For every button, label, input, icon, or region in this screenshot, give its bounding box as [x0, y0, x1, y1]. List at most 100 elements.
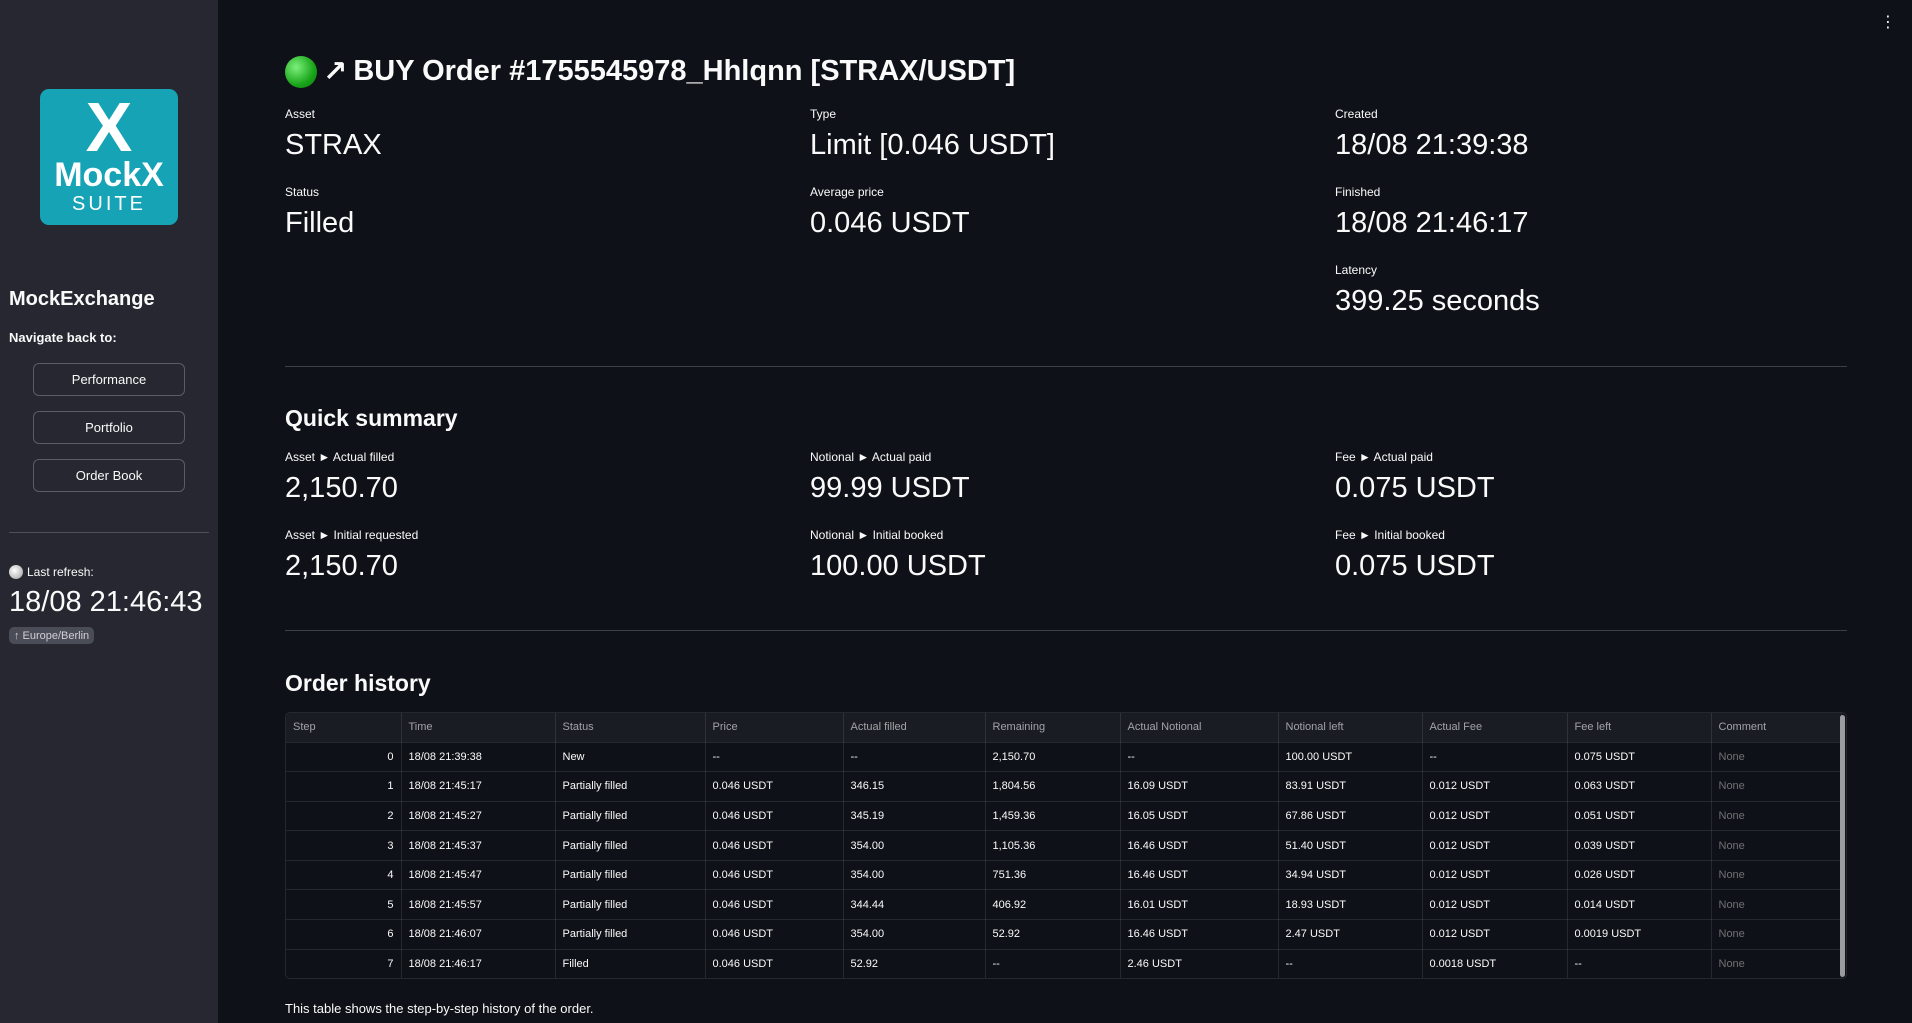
table-cell[interactable]: 67.86 USDT	[1278, 801, 1423, 832]
table-cell[interactable]: Filled	[555, 949, 706, 978]
column-header[interactable]: Fee left	[1567, 713, 1712, 743]
column-header[interactable]: Actual Notional	[1120, 713, 1279, 743]
table-cell[interactable]: 16.46 USDT	[1120, 919, 1279, 950]
table-cell[interactable]: None	[1711, 860, 1842, 891]
table-cell[interactable]: 0.046 USDT	[705, 830, 844, 861]
table-cell[interactable]: 0.063 USDT	[1567, 771, 1712, 802]
table-cell[interactable]: 1,105.36	[985, 830, 1121, 861]
table-cell[interactable]: 354.00	[843, 919, 986, 950]
table-cell[interactable]: Partially filled	[555, 830, 706, 861]
table-cell[interactable]: 16.09 USDT	[1120, 771, 1279, 802]
table-cell[interactable]: 0.046 USDT	[705, 860, 844, 891]
table-cell[interactable]: None	[1711, 801, 1842, 832]
table-scrollbar[interactable]	[1840, 715, 1845, 977]
table-cell[interactable]: 1	[286, 771, 402, 802]
column-header[interactable]: Notional left	[1278, 713, 1423, 743]
table-cell[interactable]: 354.00	[843, 830, 986, 861]
table-cell[interactable]: --	[1567, 949, 1712, 978]
table-cell[interactable]: --	[1120, 742, 1279, 773]
table-cell[interactable]: 0.0018 USDT	[1422, 949, 1568, 978]
table-cell[interactable]: 0.046 USDT	[705, 919, 844, 950]
table-cell[interactable]: 0.012 USDT	[1422, 919, 1568, 950]
table-cell[interactable]: 0.051 USDT	[1567, 801, 1712, 832]
table-cell[interactable]: None	[1711, 742, 1842, 773]
column-header[interactable]: Comment	[1711, 713, 1842, 743]
table-cell[interactable]: 354.00	[843, 860, 986, 891]
table-cell[interactable]: --	[1422, 742, 1568, 773]
table-cell[interactable]: 34.94 USDT	[1278, 860, 1423, 891]
table-cell[interactable]: 18/08 21:46:17	[401, 949, 556, 978]
table-cell[interactable]: 0.012 USDT	[1422, 830, 1568, 861]
portfolio-button[interactable]: Portfolio	[33, 411, 185, 444]
table-cell[interactable]: 0.0019 USDT	[1567, 919, 1712, 950]
table-cell[interactable]: --	[1278, 949, 1423, 978]
table-cell[interactable]: 18/08 21:45:17	[401, 771, 556, 802]
table-cell[interactable]: --	[985, 949, 1121, 978]
table-cell[interactable]: 0.046 USDT	[705, 949, 844, 978]
table-cell[interactable]: Partially filled	[555, 860, 706, 891]
table-cell[interactable]: 18/08 21:45:47	[401, 860, 556, 891]
table-cell[interactable]: 18/08 21:45:57	[401, 889, 556, 921]
table-cell[interactable]: Partially filled	[555, 801, 706, 832]
table-cell[interactable]: 2,150.70	[985, 742, 1121, 773]
column-header[interactable]: Step	[286, 713, 402, 743]
table-cell[interactable]: 0.012 USDT	[1422, 801, 1568, 832]
table-cell[interactable]: Partially filled	[555, 919, 706, 950]
table-cell[interactable]: 346.15	[843, 771, 986, 802]
table-cell[interactable]: 344.44	[843, 889, 986, 921]
table-cell[interactable]: 2.46 USDT	[1120, 949, 1279, 978]
table-cell[interactable]: Partially filled	[555, 771, 706, 802]
table-cell[interactable]: 16.46 USDT	[1120, 860, 1279, 891]
table-cell[interactable]: 751.36	[985, 860, 1121, 891]
table-cell[interactable]: 18/08 21:46:07	[401, 919, 556, 950]
table-cell[interactable]: None	[1711, 830, 1842, 861]
table-cell[interactable]: None	[1711, 949, 1842, 978]
table-cell[interactable]: 1,459.36	[985, 801, 1121, 832]
table-cell[interactable]: 0.012 USDT	[1422, 771, 1568, 802]
table-cell[interactable]: Partially filled	[555, 889, 706, 921]
table-cell[interactable]: New	[555, 742, 706, 773]
kebab-menu-icon[interactable]: ⋮	[1880, 12, 1896, 32]
table-cell[interactable]: 18/08 21:45:27	[401, 801, 556, 832]
table-cell[interactable]: 18/08 21:39:38	[401, 742, 556, 773]
column-header[interactable]: Price	[705, 713, 844, 743]
column-header[interactable]: Time	[401, 713, 556, 743]
table-cell[interactable]: 3	[286, 830, 402, 861]
table-cell[interactable]: 100.00 USDT	[1278, 742, 1423, 773]
table-cell[interactable]: --	[705, 742, 844, 773]
table-cell[interactable]: 0.046 USDT	[705, 801, 844, 832]
table-cell[interactable]: 0.012 USDT	[1422, 889, 1568, 921]
table-cell[interactable]: 0	[286, 742, 402, 773]
table-cell[interactable]: 16.05 USDT	[1120, 801, 1279, 832]
column-header[interactable]: Actual filled	[843, 713, 986, 743]
performance-button[interactable]: Performance	[33, 363, 185, 396]
order-book-button[interactable]: Order Book	[33, 459, 185, 492]
table-cell[interactable]: 0.039 USDT	[1567, 830, 1712, 861]
table-cell[interactable]: --	[843, 742, 986, 773]
table-cell[interactable]: 5	[286, 889, 402, 921]
table-cell[interactable]: 0.075 USDT	[1567, 742, 1712, 773]
table-cell[interactable]: 83.91 USDT	[1278, 771, 1423, 802]
table-cell[interactable]: 0.014 USDT	[1567, 889, 1712, 921]
table-cell[interactable]: 0.046 USDT	[705, 771, 844, 802]
table-cell[interactable]: 2	[286, 801, 402, 832]
table-cell[interactable]: None	[1711, 889, 1842, 921]
table-cell[interactable]: 52.92	[985, 919, 1121, 950]
column-header[interactable]: Status	[555, 713, 706, 743]
table-cell[interactable]: 51.40 USDT	[1278, 830, 1423, 861]
column-header[interactable]: Remaining	[985, 713, 1121, 743]
table-cell[interactable]: 1,804.56	[985, 771, 1121, 802]
table-cell[interactable]: 406.92	[985, 889, 1121, 921]
table-cell[interactable]: 345.19	[843, 801, 986, 832]
table-cell[interactable]: 2.47 USDT	[1278, 919, 1423, 950]
table-cell[interactable]: 0.026 USDT	[1567, 860, 1712, 891]
table-cell[interactable]: 18/08 21:45:37	[401, 830, 556, 861]
table-cell[interactable]: 0.012 USDT	[1422, 860, 1568, 891]
table-cell[interactable]: 16.01 USDT	[1120, 889, 1279, 921]
table-cell[interactable]: 0.046 USDT	[705, 889, 844, 921]
table-cell[interactable]: 4	[286, 860, 402, 891]
table-cell[interactable]: 52.92	[843, 949, 986, 978]
column-header[interactable]: Actual Fee	[1422, 713, 1568, 743]
table-cell[interactable]: 16.46 USDT	[1120, 830, 1279, 861]
table-cell[interactable]: None	[1711, 771, 1842, 802]
